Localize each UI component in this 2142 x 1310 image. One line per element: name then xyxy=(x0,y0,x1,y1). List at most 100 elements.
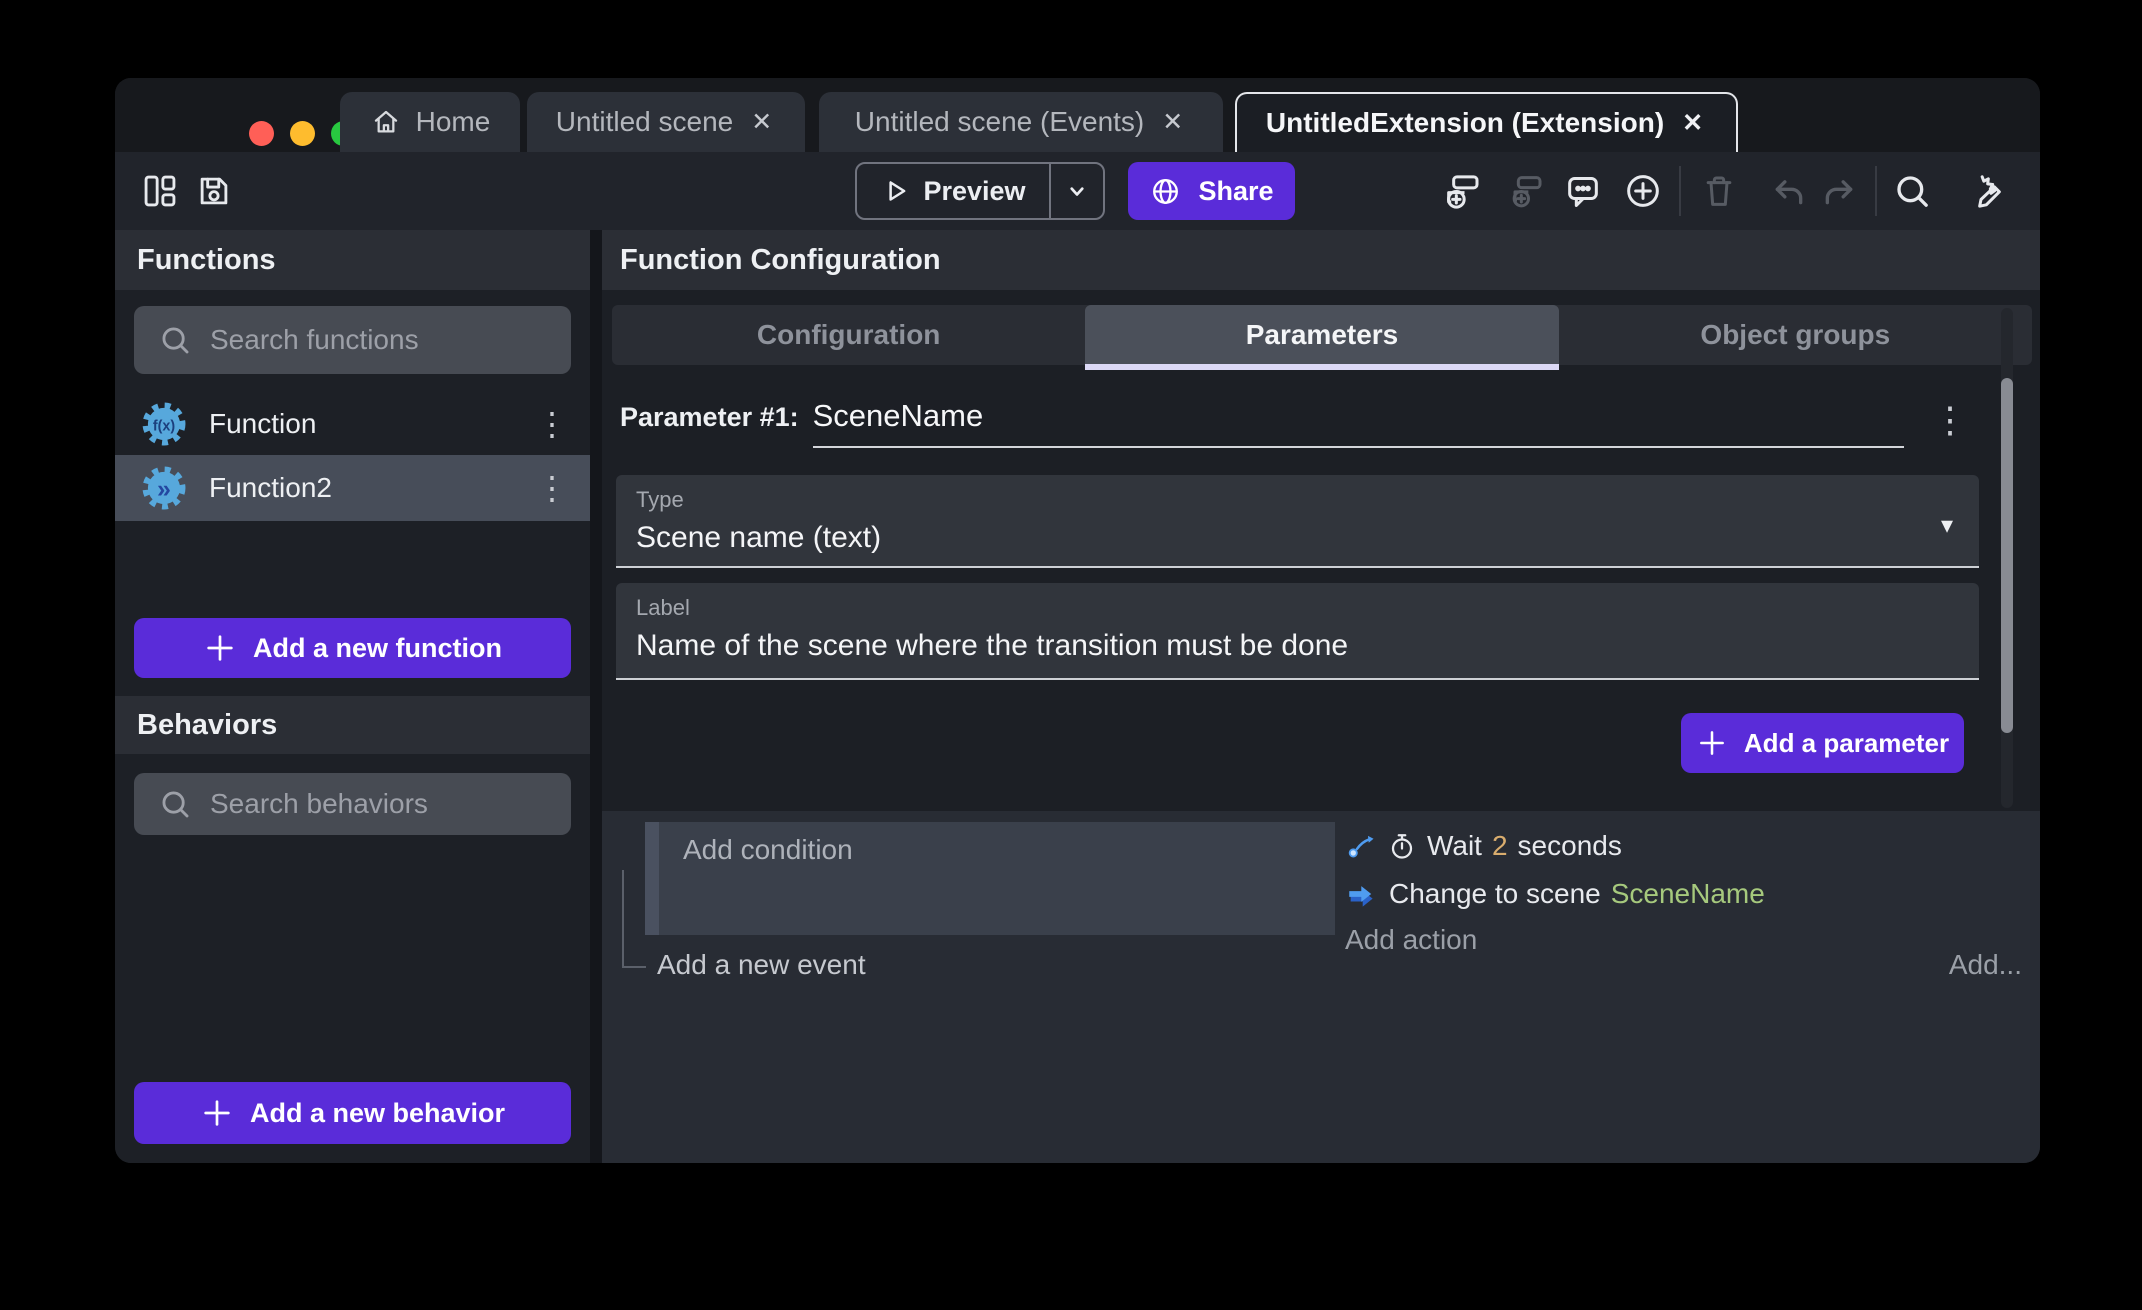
preview-label: Preview xyxy=(923,176,1025,207)
action-text: Change to scene xyxy=(1389,878,1601,910)
preview-button[interactable]: Preview xyxy=(855,162,1105,220)
function-item-menu[interactable]: ⋮ xyxy=(536,472,568,504)
plus-icon xyxy=(1696,727,1728,759)
add-subevent-icon[interactable] xyxy=(1504,170,1546,212)
action-wait[interactable]: Wait 2 seconds xyxy=(1345,822,2025,870)
behaviors-section-header: Behaviors xyxy=(115,696,590,754)
redo-icon[interactable] xyxy=(1818,170,1860,212)
behaviors-title: Behaviors xyxy=(137,709,277,742)
functions-title: Functions xyxy=(137,244,276,277)
function-item-label: Function2 xyxy=(209,472,332,504)
add-comment-icon[interactable] xyxy=(1562,170,1604,212)
add-condition-link[interactable]: Add condition xyxy=(659,822,1335,866)
panel-header: Function Configuration xyxy=(602,230,2040,290)
minimize-window-button[interactable] xyxy=(290,121,315,146)
close-icon[interactable]: ✕ xyxy=(1678,108,1707,138)
event-drag-handle[interactable] xyxy=(645,822,659,935)
action-text: seconds xyxy=(1518,830,1622,862)
search-behaviors-box[interactable] xyxy=(134,773,571,835)
edit-extension-icon[interactable] xyxy=(1967,170,2009,212)
share-label: Share xyxy=(1198,176,1273,207)
delete-icon[interactable] xyxy=(1698,170,1740,212)
preview-button-main[interactable]: Preview xyxy=(857,164,1051,218)
action-value[interactable]: 2 xyxy=(1492,830,1508,862)
close-icon[interactable]: ✕ xyxy=(1158,107,1187,137)
tab-untitled-scene-events[interactable]: Untitled scene (Events) ✕ xyxy=(819,92,1223,152)
add-action-label: Add action xyxy=(1345,924,1477,956)
undo-icon[interactable] xyxy=(1768,170,1810,212)
close-window-button[interactable] xyxy=(249,121,274,146)
home-icon xyxy=(370,106,402,138)
search-icon xyxy=(158,787,192,821)
close-icon[interactable]: ✕ xyxy=(747,107,776,137)
tab-label: UntitledExtension (Extension) xyxy=(1266,107,1664,139)
parameter-row: Parameter #1: xyxy=(620,398,1904,448)
preview-options-button[interactable] xyxy=(1051,164,1103,218)
events-sheet: Add condition xyxy=(602,811,2040,1163)
label-field[interactable]: Label xyxy=(616,583,1979,680)
tab-label: Home xyxy=(416,106,491,138)
function-gear-icon: f(x) xyxy=(141,401,187,447)
tab-untitled-extension[interactable]: UntitledExtension (Extension) ✕ xyxy=(1235,92,1738,152)
tab-untitled-scene[interactable]: Untitled scene ✕ xyxy=(527,92,805,152)
toolbar-separator xyxy=(1679,166,1681,216)
svg-text:f(x): f(x) xyxy=(153,418,176,434)
search-icon[interactable] xyxy=(1891,170,1933,212)
globe-icon xyxy=(1149,175,1182,208)
search-functions-input[interactable] xyxy=(210,324,540,356)
panel-title: Function Configuration xyxy=(620,244,941,277)
action-text: Wait xyxy=(1427,830,1482,862)
add-behavior-button[interactable]: Add a new behavior xyxy=(134,1082,571,1144)
add-function-label: Add a new function xyxy=(253,633,502,664)
left-sidebar: Functions f(x) Function ⋮ xyxy=(115,230,590,1163)
tab-home[interactable]: Home xyxy=(340,92,520,152)
sidebar-divider xyxy=(590,230,602,1163)
tab-configuration[interactable]: Configuration xyxy=(612,305,1085,365)
title-bar: Home Untitled scene ✕ Untitled scene (Ev… xyxy=(115,78,2040,152)
share-button[interactable]: Share xyxy=(1128,162,1295,220)
label-field-input[interactable] xyxy=(636,629,1959,663)
functions-section-header: Functions xyxy=(115,230,590,290)
type-field-value: Scene name (text) xyxy=(636,521,1959,555)
tween-icon xyxy=(1345,830,1377,862)
save-icon[interactable] xyxy=(193,170,235,212)
play-icon xyxy=(880,176,910,206)
function-configuration-panel: Function Configuration Configuration Par… xyxy=(602,230,2040,1163)
add-new-event-link[interactable]: Add a new event xyxy=(657,949,866,981)
function-list-item[interactable]: f(x) Function ⋮ xyxy=(115,393,590,455)
event-conditions-area[interactable]: Add condition xyxy=(659,822,1335,935)
tab-parameters[interactable]: Parameters xyxy=(1085,305,1558,365)
add-parameter-button[interactable]: Add a parameter xyxy=(1681,713,1964,773)
add-function-button[interactable]: Add a new function xyxy=(134,618,571,678)
parameter-name-input[interactable] xyxy=(813,398,1904,434)
function2-gear-icon: » xyxy=(141,465,187,511)
type-field[interactable]: Type Scene name (text) ▾ xyxy=(616,475,1979,568)
event-actions-area: Wait 2 seconds Change to scene SceneName xyxy=(1345,822,2025,962)
function2-list-item[interactable]: » Function2 ⋮ xyxy=(115,455,590,521)
app-window: Home Untitled scene ✕ Untitled scene (Ev… xyxy=(115,78,2040,1163)
tab-label: Configuration xyxy=(757,319,941,351)
tab-label: Untitled scene (Events) xyxy=(855,106,1144,138)
configuration-tabs: Configuration Parameters Object groups xyxy=(612,305,2032,365)
action-value[interactable]: SceneName xyxy=(1611,878,1765,910)
parameter-name-field[interactable] xyxy=(813,398,1904,448)
svg-text:»: » xyxy=(157,475,171,503)
tab-label: Parameters xyxy=(1246,319,1399,351)
add-action-link[interactable]: Add action xyxy=(1345,918,2025,962)
tab-label: Object groups xyxy=(1700,319,1890,351)
change-scene-arrow-icon xyxy=(1345,877,1379,911)
function-item-menu[interactable]: ⋮ xyxy=(536,408,568,440)
tab-label: Untitled scene xyxy=(556,106,733,138)
search-functions-box[interactable] xyxy=(134,306,571,374)
chevron-down-icon[interactable]: ▾ xyxy=(1941,511,1953,540)
add-circle-icon[interactable] xyxy=(1622,170,1664,212)
function-item-label: Function xyxy=(209,408,316,440)
tab-object-groups[interactable]: Object groups xyxy=(1559,305,2032,365)
action-change-scene[interactable]: Change to scene SceneName xyxy=(1345,870,2025,918)
scrollbar-thumb[interactable] xyxy=(2001,378,2013,733)
search-behaviors-input[interactable] xyxy=(210,788,540,820)
add-event-icon[interactable] xyxy=(1441,170,1483,212)
add-more-link[interactable]: Add... xyxy=(1949,949,2022,981)
project-manager-icon[interactable] xyxy=(139,170,181,212)
type-field-label: Type xyxy=(636,487,1959,513)
